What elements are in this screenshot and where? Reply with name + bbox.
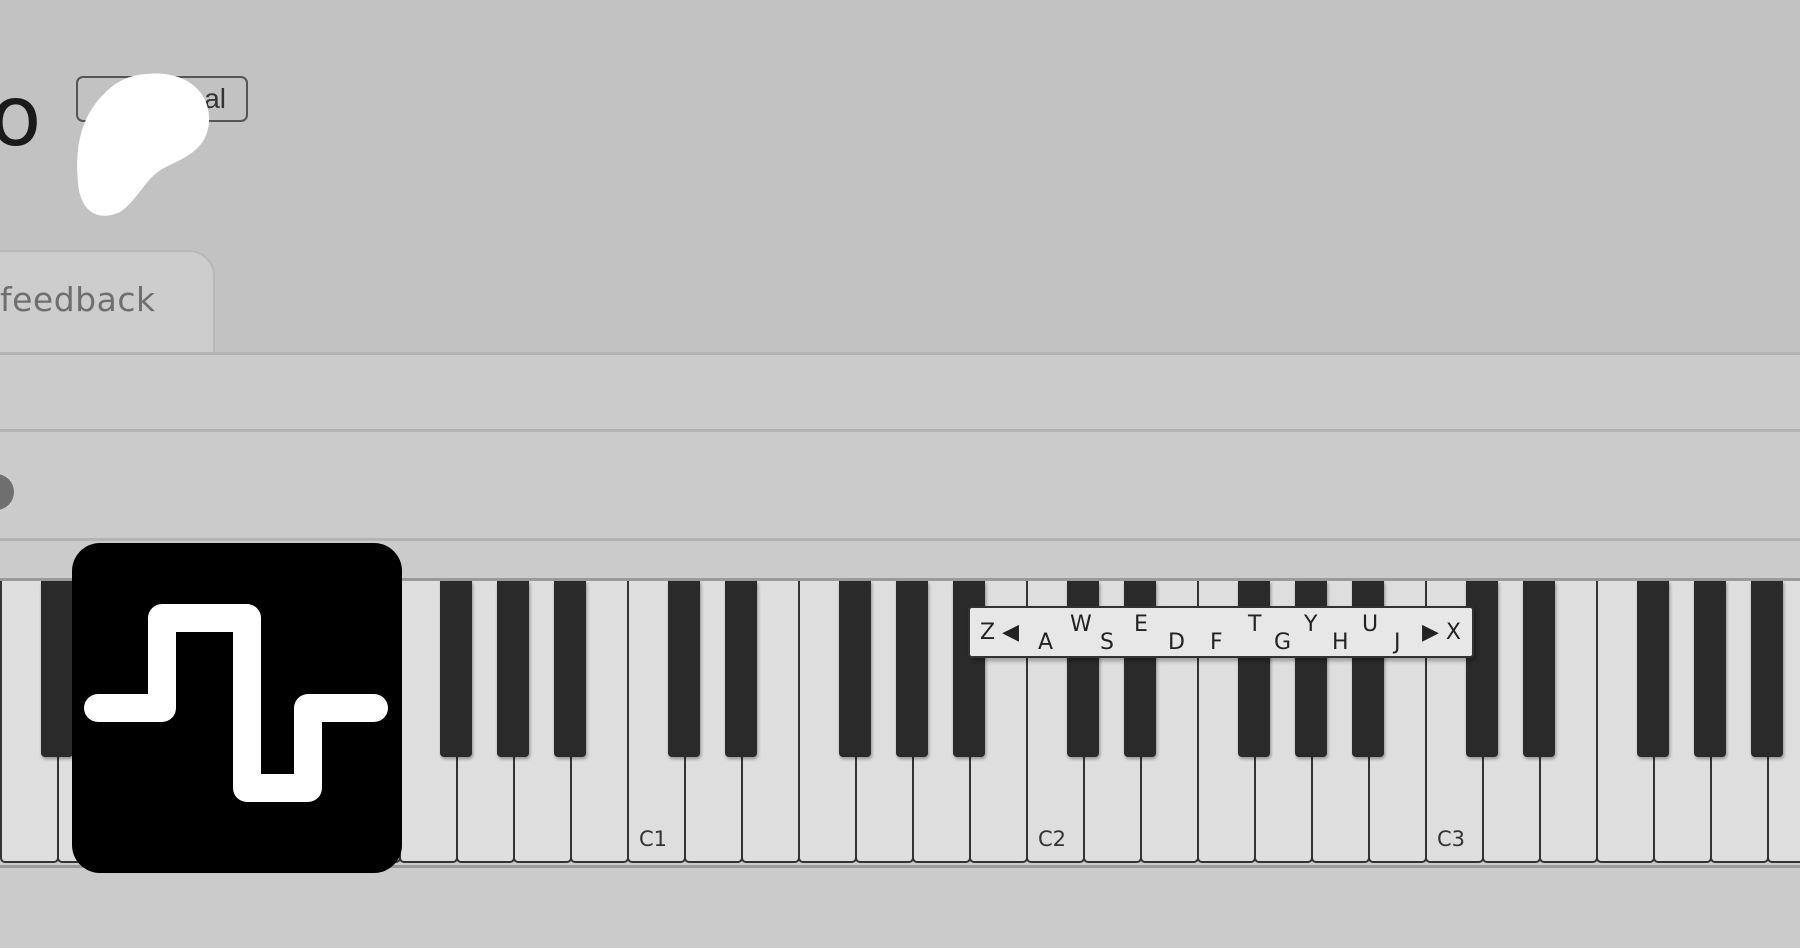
black-key[interactable] — [1637, 581, 1669, 757]
keyboard-shortcut-hint: Z ◀ A W S E D F T G Y H U J ▶ X — [968, 606, 1474, 658]
octave-label: C2 — [1038, 827, 1067, 851]
black-key[interactable] — [41, 581, 73, 757]
square-wave-icon — [84, 604, 388, 802]
hint-key-e: E — [1134, 612, 1148, 637]
hint-key-j: J — [1394, 630, 1401, 655]
black-key[interactable] — [1751, 581, 1783, 757]
hint-key-d: D — [1168, 630, 1185, 655]
hint-key-u: U — [1362, 612, 1379, 637]
black-key[interactable] — [725, 581, 757, 757]
black-key[interactable] — [1523, 581, 1555, 757]
octave-label: C1 — [639, 827, 668, 851]
app-title-fragment: o — [0, 67, 42, 165]
hint-key-g: G — [1274, 630, 1292, 655]
panel-divider — [0, 429, 1800, 432]
hint-key-t: T — [1248, 612, 1262, 637]
hint-key-h: H — [1332, 630, 1349, 655]
black-key[interactable] — [497, 581, 529, 757]
tab-feedback-label: feedback — [0, 280, 156, 319]
black-key[interactable] — [554, 581, 586, 757]
octave-up-hint: ▶ X — [1422, 620, 1461, 645]
black-key[interactable] — [1694, 581, 1726, 757]
hint-key-a: A — [1038, 630, 1054, 655]
black-key[interactable] — [896, 581, 928, 757]
hint-key-f: F — [1210, 630, 1223, 655]
black-key[interactable] — [839, 581, 871, 757]
octave-down-hint: Z ◀ — [980, 620, 1019, 645]
black-key[interactable] — [668, 581, 700, 757]
hint-key-y: Y — [1304, 612, 1318, 637]
octave-label: C3 — [1437, 827, 1466, 851]
blob-logo-icon — [77, 73, 210, 216]
black-key[interactable] — [440, 581, 472, 757]
hint-key-w: W — [1070, 612, 1092, 637]
hint-key-s: S — [1100, 630, 1114, 655]
app-icon — [72, 543, 402, 873]
panel-divider — [0, 538, 1800, 541]
